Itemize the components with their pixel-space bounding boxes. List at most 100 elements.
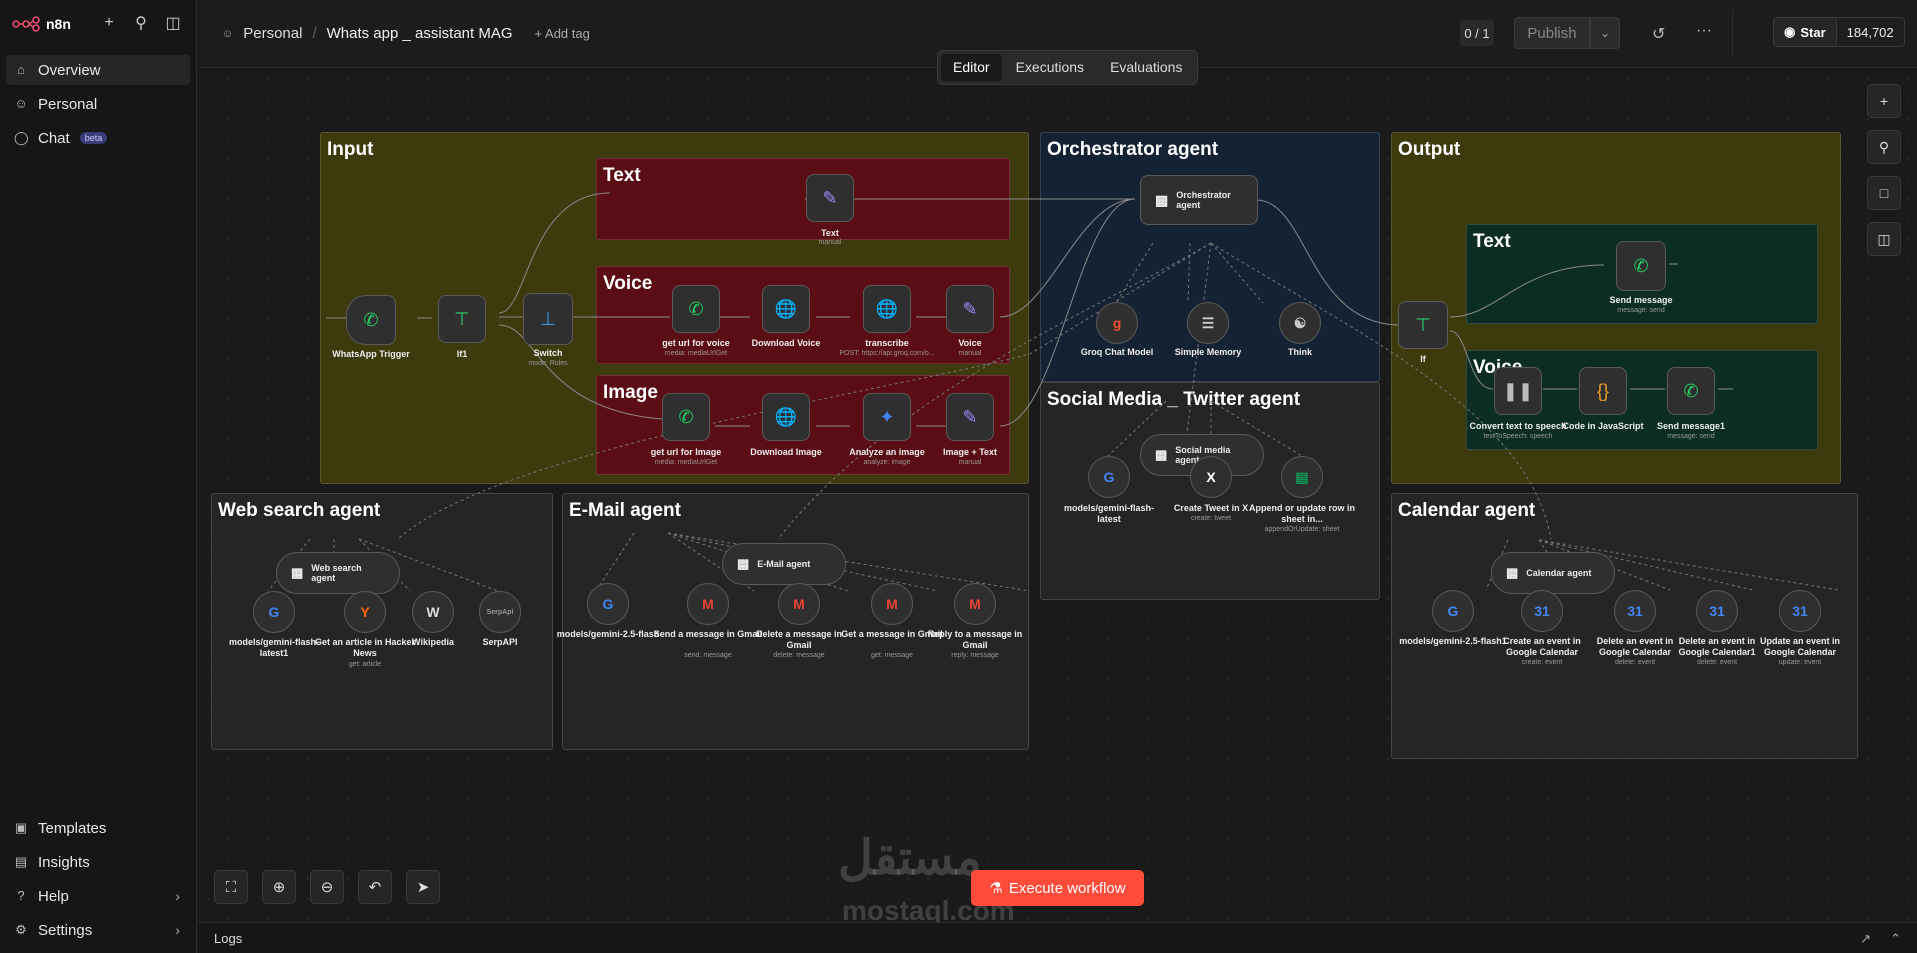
tab-executions[interactable]: Executions [1004,54,1096,81]
hacker-news-icon: Y [360,604,370,620]
sidebar-item-chat[interactable]: ◯ Chat beta [6,123,190,153]
logs-panel[interactable]: Logs ↗ ⌃ [198,922,1917,953]
node-subtitle: mode: Rules [528,360,568,367]
divider [1732,10,1733,58]
sheet-node[interactable]: ▤ [1281,456,1323,498]
whatsapp-icon: ✆ [1633,255,1649,276]
calendar-model-node[interactable]: G [1432,590,1474,632]
github-star-button[interactable]: ◉ Star 184,702 [1773,17,1905,47]
text-node[interactable]: ✎ [806,174,854,222]
logo[interactable]: n8n [12,12,71,36]
if-node[interactable]: ⊤ [1398,301,1448,349]
fit-view-icon[interactable]: ⛶ [214,870,248,904]
switch-node[interactable]: ⊥ [523,293,573,345]
hacker-news-node[interactable]: Y [344,591,386,633]
robot-icon: ▩ [737,556,750,571]
robot-icon: ▩ [1506,565,1519,580]
simple-memory-node[interactable]: ☰ [1187,302,1229,344]
download-voice-node[interactable]: 🌐 [762,285,810,333]
code-js-node[interactable]: {} [1579,367,1627,415]
email-agent-node[interactable]: ▩ E-Mail agent [722,543,846,585]
sidebar-item-personal[interactable]: ☺ Personal [6,89,190,119]
execute-workflow-button[interactable]: ⚗ Execute workflow [971,870,1144,906]
serpapi-node[interactable]: SerpApi [479,591,521,633]
node-subtitle: message: send [1667,433,1715,440]
chart-icon: ▤ [14,854,28,869]
sidebar-item-templates[interactable]: ▣ Templates [6,813,190,843]
search-icon[interactable]: ⚲ [132,14,150,32]
voice-node[interactable]: ✎ [946,285,994,333]
brain-icon: ☯ [1293,314,1307,331]
gmail-send-node[interactable]: M [687,583,729,625]
node-label: Reply to a message in Gmail [927,629,1023,650]
web-model-node[interactable]: G [253,591,295,633]
gmail-reply-node[interactable]: M [954,583,996,625]
tweet-node[interactable]: X [1190,456,1232,498]
sticky-note-icon[interactable]: □ [1867,176,1901,210]
toggle-sidebar-icon[interactable]: ◫ [164,14,182,32]
cal-delete-node[interactable]: 31 [1614,590,1656,632]
chevron-up-icon[interactable]: ⌃ [1890,931,1901,947]
publish-button[interactable]: Publish [1514,17,1590,49]
templates-icon: ▣ [14,820,28,835]
pop-out-icon[interactable]: ↗ [1860,931,1871,947]
calendar-icon: 31 [1709,603,1725,619]
home-icon: ⌂ [17,62,25,77]
sidebar-item-overview[interactable]: ⌂ Overview [6,55,190,85]
think-node[interactable]: ☯ [1279,302,1321,344]
gmail-delete-node[interactable]: M [778,583,820,625]
zoom-in-icon[interactable]: ⊕ [262,870,296,904]
canvas-right-toolbar: + ⚲ □ ◫ [1867,84,1901,256]
github-star-label: Star [1800,24,1826,40]
x-icon: X [1206,469,1216,485]
cal-create-node[interactable]: 31 [1521,590,1563,632]
cal-delete1-node[interactable]: 31 [1696,590,1738,632]
whatsapp-trigger-node[interactable]: ✆ [346,295,396,345]
more-icon[interactable]: ··· [1696,22,1712,40]
social-model-node[interactable]: G [1088,456,1130,498]
chevron-down-icon[interactable]: ⌄ [1590,17,1620,49]
groq-model-node[interactable]: g [1096,302,1138,344]
get-url-voice-node[interactable]: ✆ [672,285,720,333]
transcribe-node[interactable]: 🌐 [863,285,911,333]
orchestrator-agent-node[interactable]: ▩ Orchestrator agent [1140,175,1258,225]
if1-node[interactable]: ⊤ [438,295,486,343]
gmail-get-node[interactable]: M [871,583,913,625]
node-label: Switch [533,348,563,358]
download-image-node[interactable]: 🌐 [762,393,810,441]
panel-icon[interactable]: ◫ [1867,222,1901,256]
undo-icon[interactable]: ↶ [358,870,392,904]
image-text-node[interactable]: ✎ [946,393,994,441]
email-model-node[interactable]: G [587,583,629,625]
tts-node[interactable]: ❚❚ [1494,367,1542,415]
add-tag-button[interactable]: + Add tag [535,26,590,41]
add-node-icon[interactable]: + [1867,84,1901,118]
send-message-node[interactable]: ✆ [1616,241,1666,291]
sidebar-item-label: Templates [38,819,107,837]
robot-icon: ▩ [1155,191,1169,208]
cal-update-node[interactable]: 31 [1779,590,1821,632]
search-icon[interactable]: ⚲ [1867,130,1901,164]
get-url-image-node[interactable]: ✆ [662,393,710,441]
analyze-image-node[interactable]: ✦ [863,393,911,441]
sidebar-item-insights[interactable]: ▤ Insights [6,847,190,877]
sidebar-item-settings[interactable]: ⚙ Settings › [6,915,190,945]
history-icon[interactable]: ↺ [1652,24,1665,44]
calendar-agent-node[interactable]: ▩ Calendar agent [1491,552,1615,594]
web-search-agent-node[interactable]: ▩ Web search agent [276,552,400,594]
chevron-right-icon: › [175,888,180,904]
add-icon[interactable]: + [100,14,118,32]
node-label: Append or update row in sheet in... [1249,503,1355,524]
tab-editor[interactable]: Editor [941,54,1002,81]
node-subtitle: update: event [1778,659,1822,666]
node-label: Download Image [750,447,822,457]
workflow-canvas[interactable]: Input Text Voice Image Orchestrator agen… [198,69,1917,921]
tab-evaluations[interactable]: Evaluations [1098,54,1194,81]
breadcrumb-project[interactable]: Personal [243,25,302,42]
send-message1-node[interactable]: ✆ [1667,367,1715,415]
zoom-out-icon[interactable]: ⊖ [310,870,344,904]
tidy-up-icon[interactable]: ➤ [406,870,440,904]
sidebar-item-help[interactable]: ? Help › [6,881,190,911]
wikipedia-node[interactable]: W [412,591,454,633]
workflow-title[interactable]: Whats app _ assistant MAG [327,25,513,42]
